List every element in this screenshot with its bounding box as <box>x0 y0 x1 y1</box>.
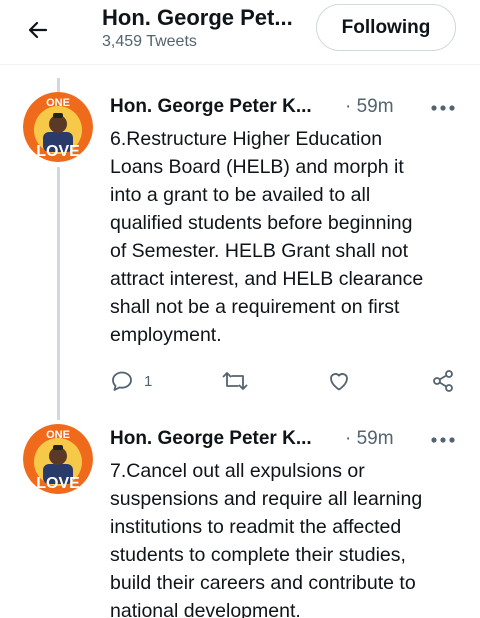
author-name[interactable]: Hon. George Peter K... <box>110 428 312 450</box>
reply-button[interactable]: 1 <box>110 369 152 393</box>
reply-count: 1 <box>144 372 153 390</box>
avatar-text-bottom: LOVE <box>36 475 80 492</box>
back-button[interactable] <box>22 16 54 44</box>
reply-icon <box>112 371 132 391</box>
avatar[interactable]: ONE LOVE <box>23 424 93 494</box>
share-icon <box>433 370 453 392</box>
thread-line <box>57 167 60 420</box>
avatar-text-top: ONE <box>46 429 70 441</box>
avatar-text-top: ONE <box>46 97 70 109</box>
following-button[interactable]: Following <box>316 4 456 51</box>
arrow-left-icon <box>28 21 48 39</box>
profile-name-title: Hon. George Pet... <box>102 5 293 30</box>
retweet-button[interactable] <box>222 369 248 393</box>
author-name[interactable]: Hon. George Peter K... <box>110 96 312 118</box>
more-options-icon[interactable] <box>430 103 456 113</box>
heart-icon <box>330 373 348 391</box>
tweet-text: 6.Restructure Higher Education Loans Boa… <box>110 128 424 346</box>
avatar-text-bottom: LOVE <box>36 143 80 160</box>
tweet-count: 3,459 Tweets <box>102 33 197 50</box>
avatar[interactable]: ONE LOVE <box>23 92 93 162</box>
tweet-time[interactable]: · 59m <box>345 428 394 450</box>
profile-header: Hon. George Pet... 3,459 Tweets Followin… <box>0 0 480 65</box>
like-button[interactable] <box>327 369 351 393</box>
avatar-image: ONE LOVE <box>23 92 93 162</box>
avatar-image: ONE LOVE <box>23 424 93 494</box>
tweet-text: 7.Cancel out all expulsions or suspensio… <box>110 460 423 618</box>
tweet-time[interactable]: · 59m <box>345 96 394 118</box>
retweet-icon <box>222 372 248 390</box>
more-options-icon[interactable] <box>430 435 456 445</box>
share-button[interactable] <box>431 369 455 393</box>
